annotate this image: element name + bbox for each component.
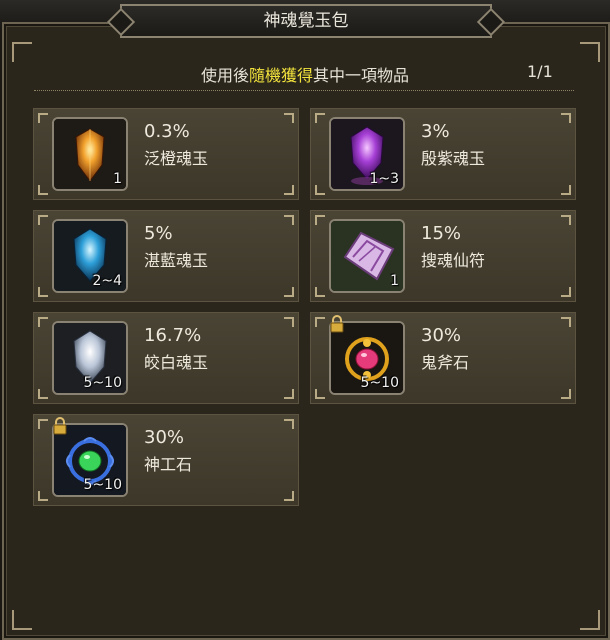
instruction-highlight: 隨機獲得: [248, 66, 313, 85]
reward-item-card[interactable]: 1 0.3% 泛橙魂玉: [33, 108, 299, 200]
reward-item-card[interactable]: 2~4 5% 湛藍魂玉: [33, 210, 299, 302]
item-slot[interactable]: 2~4: [52, 219, 128, 293]
item-name: 湛藍魂玉: [144, 251, 209, 270]
item-name: 殷紫魂玉: [421, 149, 486, 168]
item-quantity: 1~3: [369, 171, 399, 187]
item-name: 搜魂仙符: [421, 251, 486, 270]
frame-corner: [12, 42, 32, 62]
lock-icon: [330, 315, 344, 333]
lock-icon: [53, 417, 67, 435]
item-drop-rate: 3%: [421, 121, 450, 142]
item-slot[interactable]: 1: [329, 219, 405, 293]
instruction-text: 使用後隨機獲得其中一項物品: [0, 62, 610, 86]
item-name: 皎白魂玉: [144, 353, 209, 372]
frame-corner: [12, 610, 32, 630]
divider: [34, 90, 574, 91]
item-slot[interactable]: 5~10: [52, 321, 128, 395]
item-drop-rate: 5%: [144, 223, 173, 244]
item-name: 神工石: [144, 455, 193, 474]
item-quantity: 5~10: [83, 477, 122, 493]
frame-corner: [580, 42, 600, 62]
reward-item-card[interactable]: 5~10 30% 神工石: [33, 414, 299, 506]
reward-item-card[interactable]: 1 15% 搜魂仙符: [310, 210, 576, 302]
item-drop-rate: 30%: [421, 325, 462, 346]
item-quantity: 5~10: [360, 375, 399, 391]
item-drop-rate: 15%: [421, 223, 462, 244]
item-name: 泛橙魂玉: [144, 149, 209, 168]
item-quantity: 5~10: [83, 375, 122, 391]
item-quantity: 1: [113, 171, 122, 187]
window-title: 神魂覺玉包: [120, 4, 492, 38]
frame-corner: [580, 610, 600, 630]
item-slot[interactable]: 1~3: [329, 117, 405, 191]
item-drop-rate: 16.7%: [144, 325, 202, 346]
reward-item-card[interactable]: 5~10 30% 鬼斧石: [310, 312, 576, 404]
instruction-suffix: 其中一項物品: [313, 66, 410, 85]
item-quantity: 1: [390, 273, 399, 289]
item-drop-rate: 30%: [144, 427, 185, 448]
item-name: 鬼斧石: [421, 353, 470, 372]
page-indicator: 1/1: [527, 62, 553, 81]
item-drop-rate: 0.3%: [144, 121, 190, 142]
instruction-prefix: 使用後: [200, 66, 249, 85]
reward-item-card[interactable]: 5~10 16.7% 皎白魂玉: [33, 312, 299, 404]
item-slot[interactable]: 1: [52, 117, 128, 191]
item-quantity: 2~4: [92, 273, 122, 289]
reward-item-card[interactable]: 1~3 3% 殷紫魂玉: [310, 108, 576, 200]
